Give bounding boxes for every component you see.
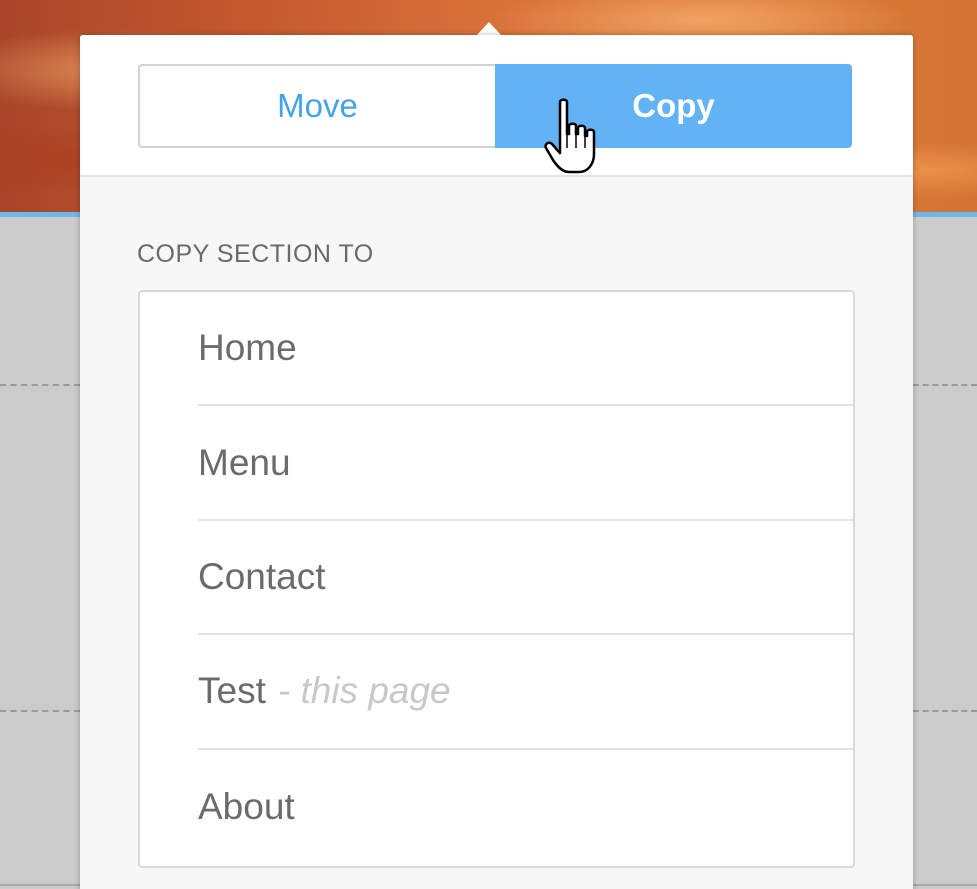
page-list-item-about[interactable]: About [198,750,853,864]
page-label: Home [198,327,297,369]
page-label: About [198,785,295,827]
section-guide-line [913,710,977,712]
page-list-item-menu[interactable]: Menu [198,406,853,521]
page-label: Menu [198,441,291,483]
page-list-item-home[interactable]: Home [198,292,853,407]
current-page-note: - this page [277,670,451,712]
popover-header: Move Copy [80,35,913,177]
section-guide-line [913,384,977,386]
move-toggle-button[interactable]: Move [138,64,495,148]
page-list-item-test[interactable]: Test - this page [198,635,853,750]
section-heading: COPY SECTION TO [137,240,374,268]
hand-pointer-icon [544,98,596,174]
page-list-item-contact[interactable]: Contact [198,521,853,636]
page-list: Home Menu Contact Test - this page About [138,290,855,868]
page-label: Test [198,670,266,712]
section-guide-line [0,710,80,712]
popover-arrow [476,22,502,36]
section-guide-line [0,384,80,386]
page-label: Contact [198,555,326,597]
copy-move-popover: Move Copy COPY SECTION TO Home Menu Cont… [80,35,913,889]
